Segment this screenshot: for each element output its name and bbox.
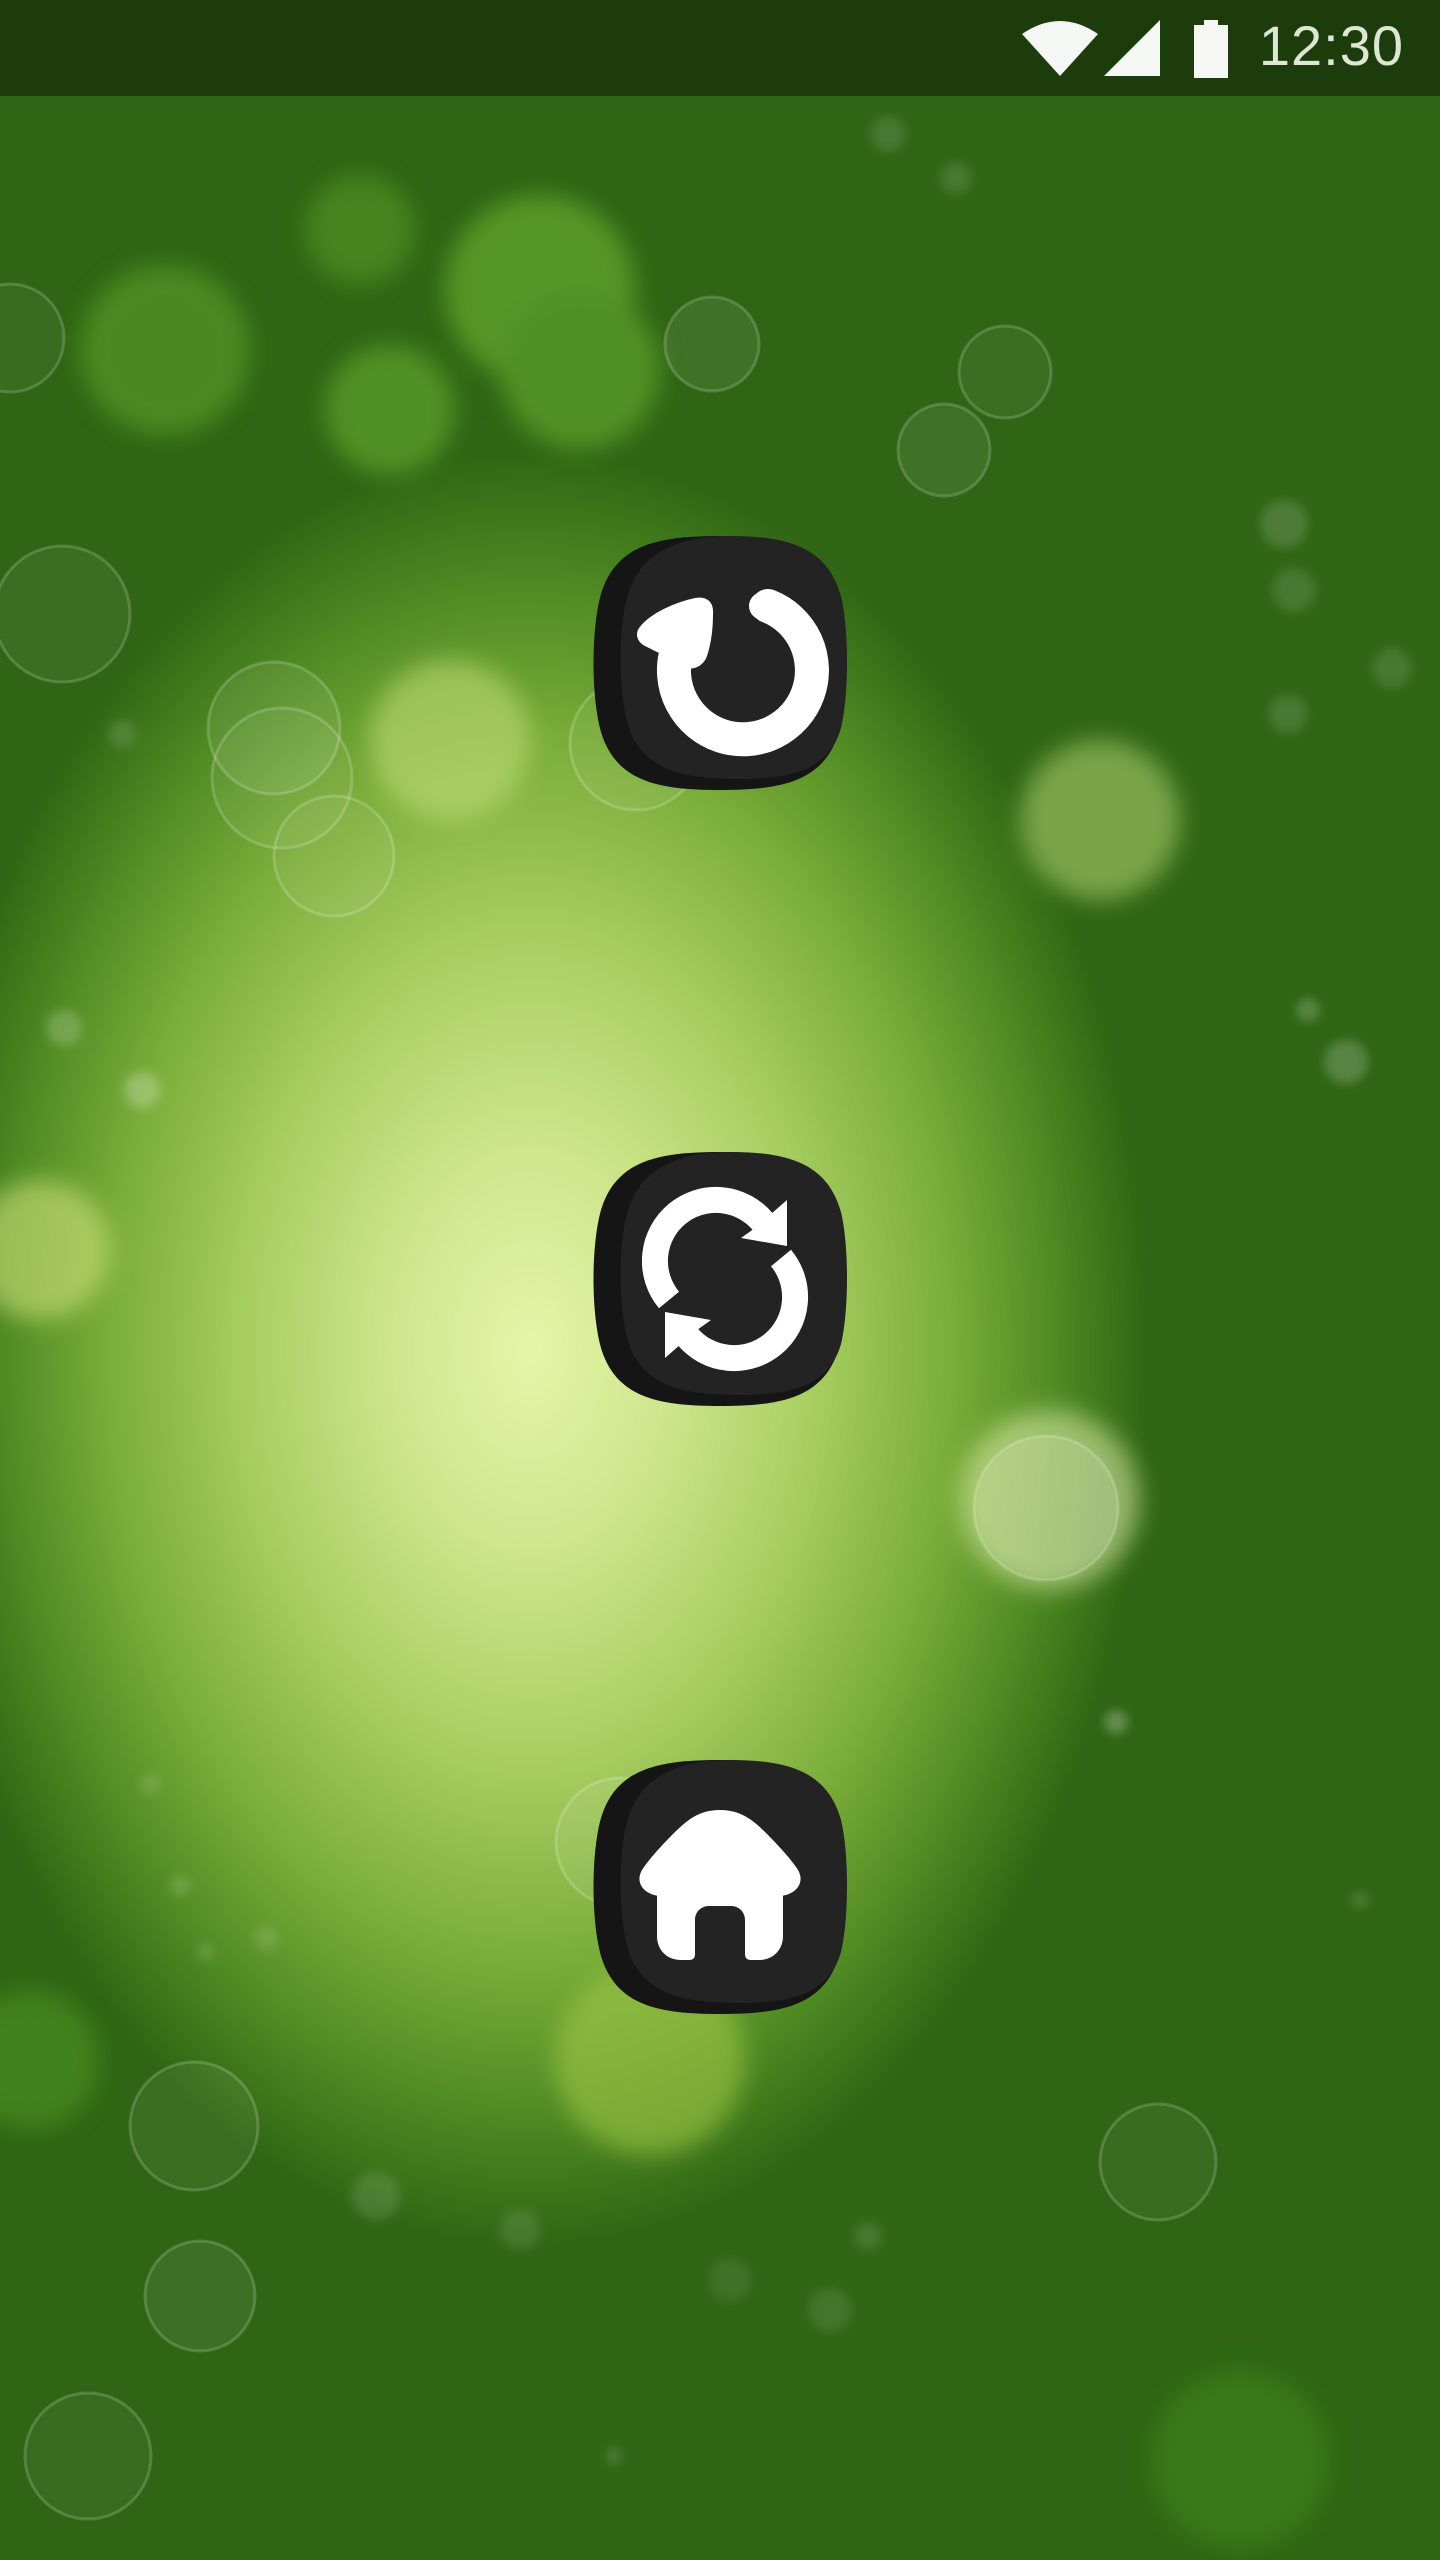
rotate-left-icon (593, 536, 847, 790)
battery-icon (1194, 20, 1228, 78)
app-screen: 12:30 (0, 0, 1440, 2560)
status-clock: 12:30 (1258, 14, 1404, 77)
status-bar: 12:30 (0, 0, 1440, 96)
sync-button[interactable] (591, 1150, 849, 1408)
wifi-icon (1022, 21, 1098, 76)
cellular-signal-icon (1104, 20, 1160, 76)
sync-icon (593, 1152, 847, 1406)
home-icon (593, 1760, 847, 2014)
undo-button[interactable] (591, 534, 849, 792)
home-button[interactable] (591, 1758, 849, 2016)
